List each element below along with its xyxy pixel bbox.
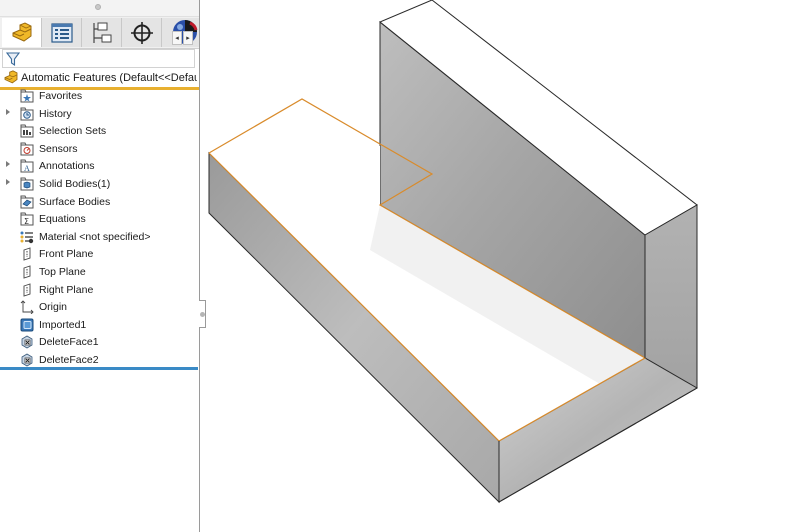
rollback-bar[interactable] [0,367,198,370]
tree-item-label: Top Plane [39,266,86,278]
equations-folder-icon: Σ [20,212,34,226]
tree-item-top-plane[interactable]: Top Plane [0,264,199,281]
property-manager-icon [50,22,73,43]
history-folder-icon [20,107,34,121]
panel-grip[interactable] [0,0,199,17]
tree-item-label: Imported1 [39,318,87,331]
imported-body-icon [20,318,34,332]
tree-root-part[interactable]: Automatic Features (Default<<Default>_D [0,69,199,90]
manager-tabs: ◂ ▸ [0,17,199,49]
tree-item-favorites[interactable]: Favorites [0,88,199,105]
annotations-folder-icon: A [20,159,34,173]
configuration-manager-icon [92,22,111,43]
tree-item-label: Origin [39,301,68,314]
delete-face-icon [21,353,33,367]
feature-manager-tab[interactable] [2,18,42,47]
tree-item-label: Annotations [39,160,95,173]
expand-arrow-icon[interactable] [6,161,10,168]
tree-item-history[interactable]: History [0,106,199,123]
tree-item-annotations[interactable]: A Annotations [0,158,199,175]
property-manager-tab[interactable] [42,18,82,47]
delete-face-icon [21,335,33,349]
sensors-folder-icon [20,142,34,156]
tree-item-front-plane[interactable]: Front Plane [0,246,199,263]
plane-icon [23,247,31,262]
tree-item-sensors[interactable]: Sensors [0,141,199,158]
tree-item-solid-bodies-1[interactable]: Solid Bodies(1) [0,176,199,193]
filter-funnel-icon [6,52,20,67]
tree-item-label: Surface Bodies [39,195,111,208]
plane-icon [23,282,31,297]
origin-icon [20,300,34,315]
tree-item-origin[interactable]: Origin [0,299,199,316]
tab-scroll-right-button[interactable]: ▸ [183,31,193,45]
tree-item-selection-sets[interactable]: Selection Sets [0,123,199,140]
feature-manager-icon [12,21,31,42]
tree-item-imported1[interactable]: Imported1 [0,317,199,334]
plane-icon [23,265,31,279]
graphics-viewport[interactable] [200,0,800,532]
tree-item-equations[interactable]: Σ Equations [0,211,199,228]
tree-item-label: Equations [39,213,86,226]
tree-item-deleteface1[interactable]: DeleteFace1 [0,334,199,351]
tree-item-label: DeleteFace1 [39,336,99,349]
configuration-manager-tab[interactable] [82,18,122,47]
tree-item-label: Solid Bodies(1) [39,178,111,190]
tree-item-label: Material <not specified> [39,230,151,243]
tree-item-right-plane[interactable]: Right Plane [0,282,199,299]
tree-item-material-not-specified[interactable]: Material <not specified> [0,229,199,246]
tree-item-label: Selection Sets [39,125,107,138]
tree-item-label: Sensors [39,142,78,155]
favorites-folder-icon [20,89,34,103]
solid-bodies-folder-icon [20,177,34,191]
tree-item-label: History [39,107,72,120]
grip-dot [95,4,101,10]
tree-item-surface-bodies[interactable]: Surface Bodies [0,194,199,211]
feature-manager-panel: ◂ ▸ Automatic Features (Default<<Default… [0,0,200,532]
svg-text:A: A [24,164,30,173]
tree-filter-input[interactable] [2,49,195,68]
tree-root-label: Automatic Features (Default<<Default>_D [21,72,197,84]
expand-arrow-icon[interactable] [6,108,10,115]
expand-arrow-icon[interactable] [6,179,10,185]
crosshair-icon [130,21,153,44]
dimxpert-manager-tab[interactable] [122,18,162,47]
tree-item-label: Front Plane [39,248,94,261]
tree-item-label: Favorites [39,90,83,102]
tab-scroll-left-button[interactable]: ◂ [172,31,182,45]
svg-text:Σ: Σ [24,217,29,226]
material-icon [20,231,34,243]
part-icon [4,70,18,84]
selection-sets-folder-icon [20,124,34,138]
surface-bodies-folder-icon [20,195,34,209]
tree-item-label: DeleteFace2 [39,354,99,366]
tree-item-label: Right Plane [39,283,94,296]
